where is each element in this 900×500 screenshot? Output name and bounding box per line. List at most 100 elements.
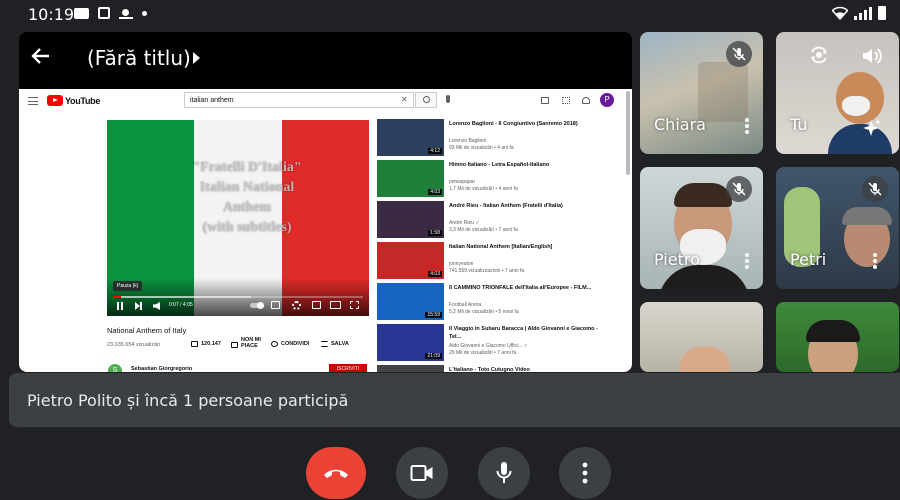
- video-thumbnail[interactable]: 1:58: [377, 201, 444, 238]
- apps-icon[interactable]: [562, 97, 570, 104]
- participant-name: Pietro: [654, 250, 700, 269]
- video-thumbnail[interactable]: [377, 365, 444, 372]
- fullscreen-icon[interactable]: [350, 301, 359, 309]
- wifi-icon: [832, 6, 848, 20]
- participant-tile-pietro[interactable]: Pietro: [640, 167, 763, 289]
- recommendations-list: 4:12 Lorenzo Baglioni - Il Congiuntivo (S…: [377, 119, 625, 372]
- microphone-button[interactable]: [478, 447, 530, 499]
- progress-bar[interactable]: [113, 296, 363, 298]
- participant-tile-self[interactable]: Tu: [776, 32, 899, 154]
- list-item[interactable]: 15:59 Il CAMMINO TRIONFALE dell'Italia al…: [377, 283, 625, 324]
- subtitles-icon[interactable]: [271, 301, 280, 309]
- video-thumbnail[interactable]: 4:12: [377, 119, 444, 156]
- channel-avatar[interactable]: S: [108, 364, 122, 372]
- participant-tile[interactable]: [640, 302, 763, 372]
- video-player[interactable]: "Fratelli D'Italia" Italian National Ant…: [107, 120, 369, 316]
- playlist-add-icon: [321, 341, 328, 347]
- shared-screen-topbar: (Fără titlu): [19, 32, 632, 84]
- effects-sparkle-icon[interactable]: [862, 118, 882, 138]
- dislike-button[interactable]: NON MI PIACE: [231, 337, 261, 349]
- avatar[interactable]: P: [600, 93, 614, 107]
- dot-icon: [142, 10, 147, 16]
- camera-icon: [410, 465, 433, 481]
- back-arrow-icon[interactable]: [29, 44, 53, 68]
- channel-name: pimsapapar: [449, 179, 476, 185]
- youtube-page: YouTube italian anthem ✕ P "Fratelli D'I…: [19, 89, 632, 372]
- channel-name: Football Arena: [449, 302, 482, 308]
- search-icon[interactable]: [415, 92, 437, 108]
- shared-screen-tile[interactable]: (Fără titlu) YouTube italian anthem ✕ P: [19, 32, 632, 372]
- save-button[interactable]: SALVA: [321, 341, 349, 347]
- gear-icon[interactable]: [292, 301, 301, 310]
- share-icon: [271, 341, 278, 347]
- video-meta: 1,7 Mii de vizualizări • 4 anni fa: [449, 186, 518, 192]
- more-vert-icon: [582, 462, 588, 484]
- list-item[interactable]: 21:09 Il Viaggio in Subaru Baracca | Aldo…: [377, 324, 625, 365]
- video-meta: 93 Mii de vizualizări • 4 ani fa: [449, 145, 514, 151]
- create-icon[interactable]: [541, 97, 549, 104]
- list-item[interactable]: 4:12 Lorenzo Baglioni - Il Congiuntivo (S…: [377, 119, 625, 160]
- video-time: 0:07 / 4:05: [169, 302, 193, 308]
- duration-badge: 4:03: [428, 189, 442, 195]
- shared-screen-title[interactable]: (Fără titlu): [87, 46, 191, 70]
- camera-button[interactable]: [396, 447, 448, 499]
- list-item[interactable]: 4:03 Italian National Anthem [Italian/Eng…: [377, 242, 625, 283]
- voice-search-icon[interactable]: [446, 95, 450, 103]
- clear-icon[interactable]: ✕: [401, 95, 408, 104]
- more-vert-icon[interactable]: [745, 253, 749, 269]
- pause-icon[interactable]: [117, 302, 123, 310]
- video-thumbnail[interactable]: 4:03: [377, 242, 444, 279]
- status-bar: 10:19: [0, 0, 900, 28]
- weather-icon: [119, 7, 133, 19]
- video-thumbnail[interactable]: 21:09: [377, 324, 444, 361]
- participant-tile-chiara[interactable]: Chiara: [640, 32, 763, 154]
- notification-text: Pietro Polito și încă 1 persoane partici…: [27, 391, 349, 410]
- channel-name: Aldo Giovanni e Giacomo Uffici... ✓: [449, 343, 528, 349]
- video-overlay-text: "Fratelli D'Italia" Italian National Ant…: [192, 160, 302, 235]
- video-meta: 741.559 vizualizzazioni • 7 anni fa: [449, 268, 525, 274]
- video-icon: [74, 7, 89, 19]
- miniplayer-icon[interactable]: [312, 301, 321, 309]
- speaker-icon[interactable]: [861, 46, 883, 66]
- channel-name[interactable]: Sebastian Giorgregorio: [131, 366, 192, 372]
- subscribe-button[interactable]: ISCRIVITI: [329, 364, 367, 372]
- participant-name: Tu: [790, 115, 808, 134]
- more-options-button[interactable]: [559, 447, 611, 499]
- view-count: 23.035.654 vizualizări: [107, 342, 161, 348]
- status-time: 10:19: [28, 5, 75, 24]
- share-button[interactable]: CONDIVIDI: [271, 341, 309, 347]
- like-button[interactable]: 120.147: [191, 341, 221, 347]
- video-title: National Anthem of Italy: [107, 326, 187, 335]
- list-item[interactable]: 1:58 André Rieu - Italian Anthem (Fratell…: [377, 201, 625, 242]
- list-item[interactable]: L'italiano - Toto Cutugno Video: [377, 365, 625, 372]
- video-thumbnail[interactable]: 15:59: [377, 283, 444, 320]
- bell-icon[interactable]: [582, 97, 590, 104]
- caret-right-icon[interactable]: [193, 52, 200, 64]
- pause-tooltip: Pauza (k): [113, 281, 143, 291]
- participant-tile[interactable]: [776, 302, 899, 372]
- page-scrollbar[interactable]: [626, 91, 630, 175]
- more-vert-icon[interactable]: [745, 118, 749, 134]
- menu-icon[interactable]: [28, 97, 38, 105]
- video-title: L'italiano - Toto Cutugno Video: [449, 367, 530, 372]
- join-notification: Pietro Polito și încă 1 persoane partici…: [9, 373, 900, 427]
- duration-badge: 21:09: [425, 353, 442, 359]
- youtube-logo[interactable]: YouTube: [47, 95, 100, 106]
- search-input[interactable]: italian anthem: [184, 92, 414, 108]
- video-title: Lorenzo Baglioni - Il Congiuntivo (Sanre…: [449, 121, 578, 127]
- switch-camera-icon[interactable]: [808, 44, 830, 66]
- microphone-icon: [496, 462, 512, 483]
- theater-icon[interactable]: [330, 301, 341, 309]
- list-item[interactable]: 4:03 Himno Italiano - Letra Español-Itali…: [377, 160, 625, 201]
- video-title: Il CAMMINO TRIONFALE dell'Italia all'Eur…: [449, 285, 592, 291]
- autoplay-toggle[interactable]: [250, 302, 264, 309]
- video-thumbnail[interactable]: 4:03: [377, 160, 444, 197]
- end-call-button[interactable]: [306, 447, 366, 499]
- more-vert-icon[interactable]: [873, 253, 877, 269]
- battery-icon: [878, 6, 886, 20]
- status-right-icons: [832, 6, 886, 20]
- next-icon[interactable]: [135, 302, 142, 310]
- status-left-icons: [74, 7, 147, 19]
- mic-off-icon: [862, 176, 888, 202]
- participant-tile-petri[interactable]: Petri: [776, 167, 899, 289]
